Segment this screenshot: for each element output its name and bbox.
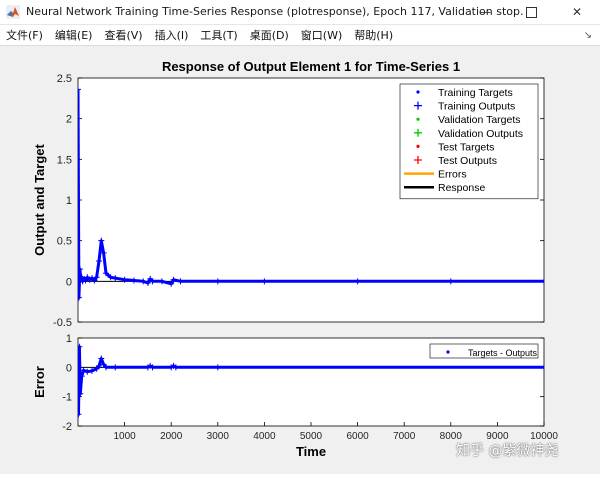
xtick-label: 2000 — [160, 431, 183, 442]
legend-marker-dot — [416, 90, 420, 94]
menu-edit[interactable]: 编辑(E) — [49, 27, 99, 43]
menu-file[interactable]: 文件(F) — [0, 27, 49, 43]
legend-entry: Training Outputs — [438, 101, 515, 113]
y-axis-label: Output and Target — [32, 143, 47, 255]
ytick-label: -0.5 — [53, 317, 72, 329]
chart-title: Response of Output Element 1 for Time-Se… — [162, 59, 460, 74]
menu-window[interactable]: 窗口(W) — [295, 27, 348, 43]
figure-canvas: -0.5 0 0.5 1 1.5 2 2.5 Response of Output Eleme… — [32, 59, 558, 459]
legend-entry: Targets - Outputs — [468, 348, 538, 358]
menu-view[interactable]: 查看(V) — [98, 27, 148, 43]
xtick-label: 3000 — [207, 431, 230, 442]
ytick-label: 1 — [66, 195, 72, 207]
ytick-label: 2 — [66, 114, 72, 126]
ytick-label: 2.5 — [57, 73, 72, 85]
legend-entry: Training Targets — [438, 87, 513, 99]
watermark: 知乎 @紫微神尧 — [456, 443, 559, 459]
window-titlebar: Neural Network Training Time-Series Resp… — [0, 0, 600, 25]
y-axis-label: Error — [32, 366, 47, 398]
close-button[interactable]: ✕ — [554, 0, 600, 24]
ytick-label: -2 — [62, 421, 72, 433]
menu-insert[interactable]: 插入(I) — [149, 27, 195, 43]
minimize-icon: — — [479, 5, 491, 19]
menu-help[interactable]: 帮助(H) — [348, 27, 399, 43]
x-axis-label: Time — [296, 444, 326, 459]
legend-entry: Test Outputs — [438, 155, 497, 167]
xtick-label: 1000 — [113, 431, 136, 442]
ytick-label: -1 — [62, 392, 72, 404]
maximize-icon — [525, 6, 537, 18]
ytick-label: 1.5 — [57, 154, 72, 166]
xtick-label: 5000 — [300, 431, 323, 442]
legend-marker-dot — [446, 350, 450, 354]
ytick-label: 0 — [66, 276, 72, 288]
xtick-label: 6000 — [346, 431, 369, 442]
dock-arrow-icon[interactable]: ↘ — [584, 30, 600, 41]
ytick-label: 0.5 — [57, 236, 72, 248]
minimize-button[interactable]: — — [462, 0, 508, 24]
legend-entry: Errors — [438, 169, 467, 181]
window-title: Neural Network Training Time-Series Resp… — [26, 5, 524, 18]
close-icon: ✕ — [571, 5, 583, 19]
figure-area: -0.5 0 0.5 1 1.5 2 2.5 Response of Output Eleme… — [0, 46, 600, 474]
xtick-label: 4000 — [253, 431, 276, 442]
xtick-label: 7000 — [393, 431, 416, 442]
menu-bar: 文件(F) 编辑(E) 查看(V) 插入(I) 工具(T) 桌面(D) 窗口(W… — [0, 25, 600, 46]
ytick-label: 1 — [66, 333, 72, 345]
menu-tools[interactable]: 工具(T) — [194, 27, 243, 43]
legend-entry: Validation Targets — [438, 114, 521, 126]
legend-entry: Test Targets — [438, 141, 494, 153]
legend-entry: Validation Outputs — [438, 128, 523, 140]
menu-desktop[interactable]: 桌面(D) — [244, 27, 295, 43]
legend-entry: Response — [438, 182, 485, 194]
matlab-icon — [6, 5, 20, 19]
ytick-label: 0 — [66, 362, 72, 374]
legend-marker-dot — [416, 117, 420, 121]
maximize-button[interactable] — [508, 0, 554, 24]
legend-marker-dot — [416, 144, 420, 148]
